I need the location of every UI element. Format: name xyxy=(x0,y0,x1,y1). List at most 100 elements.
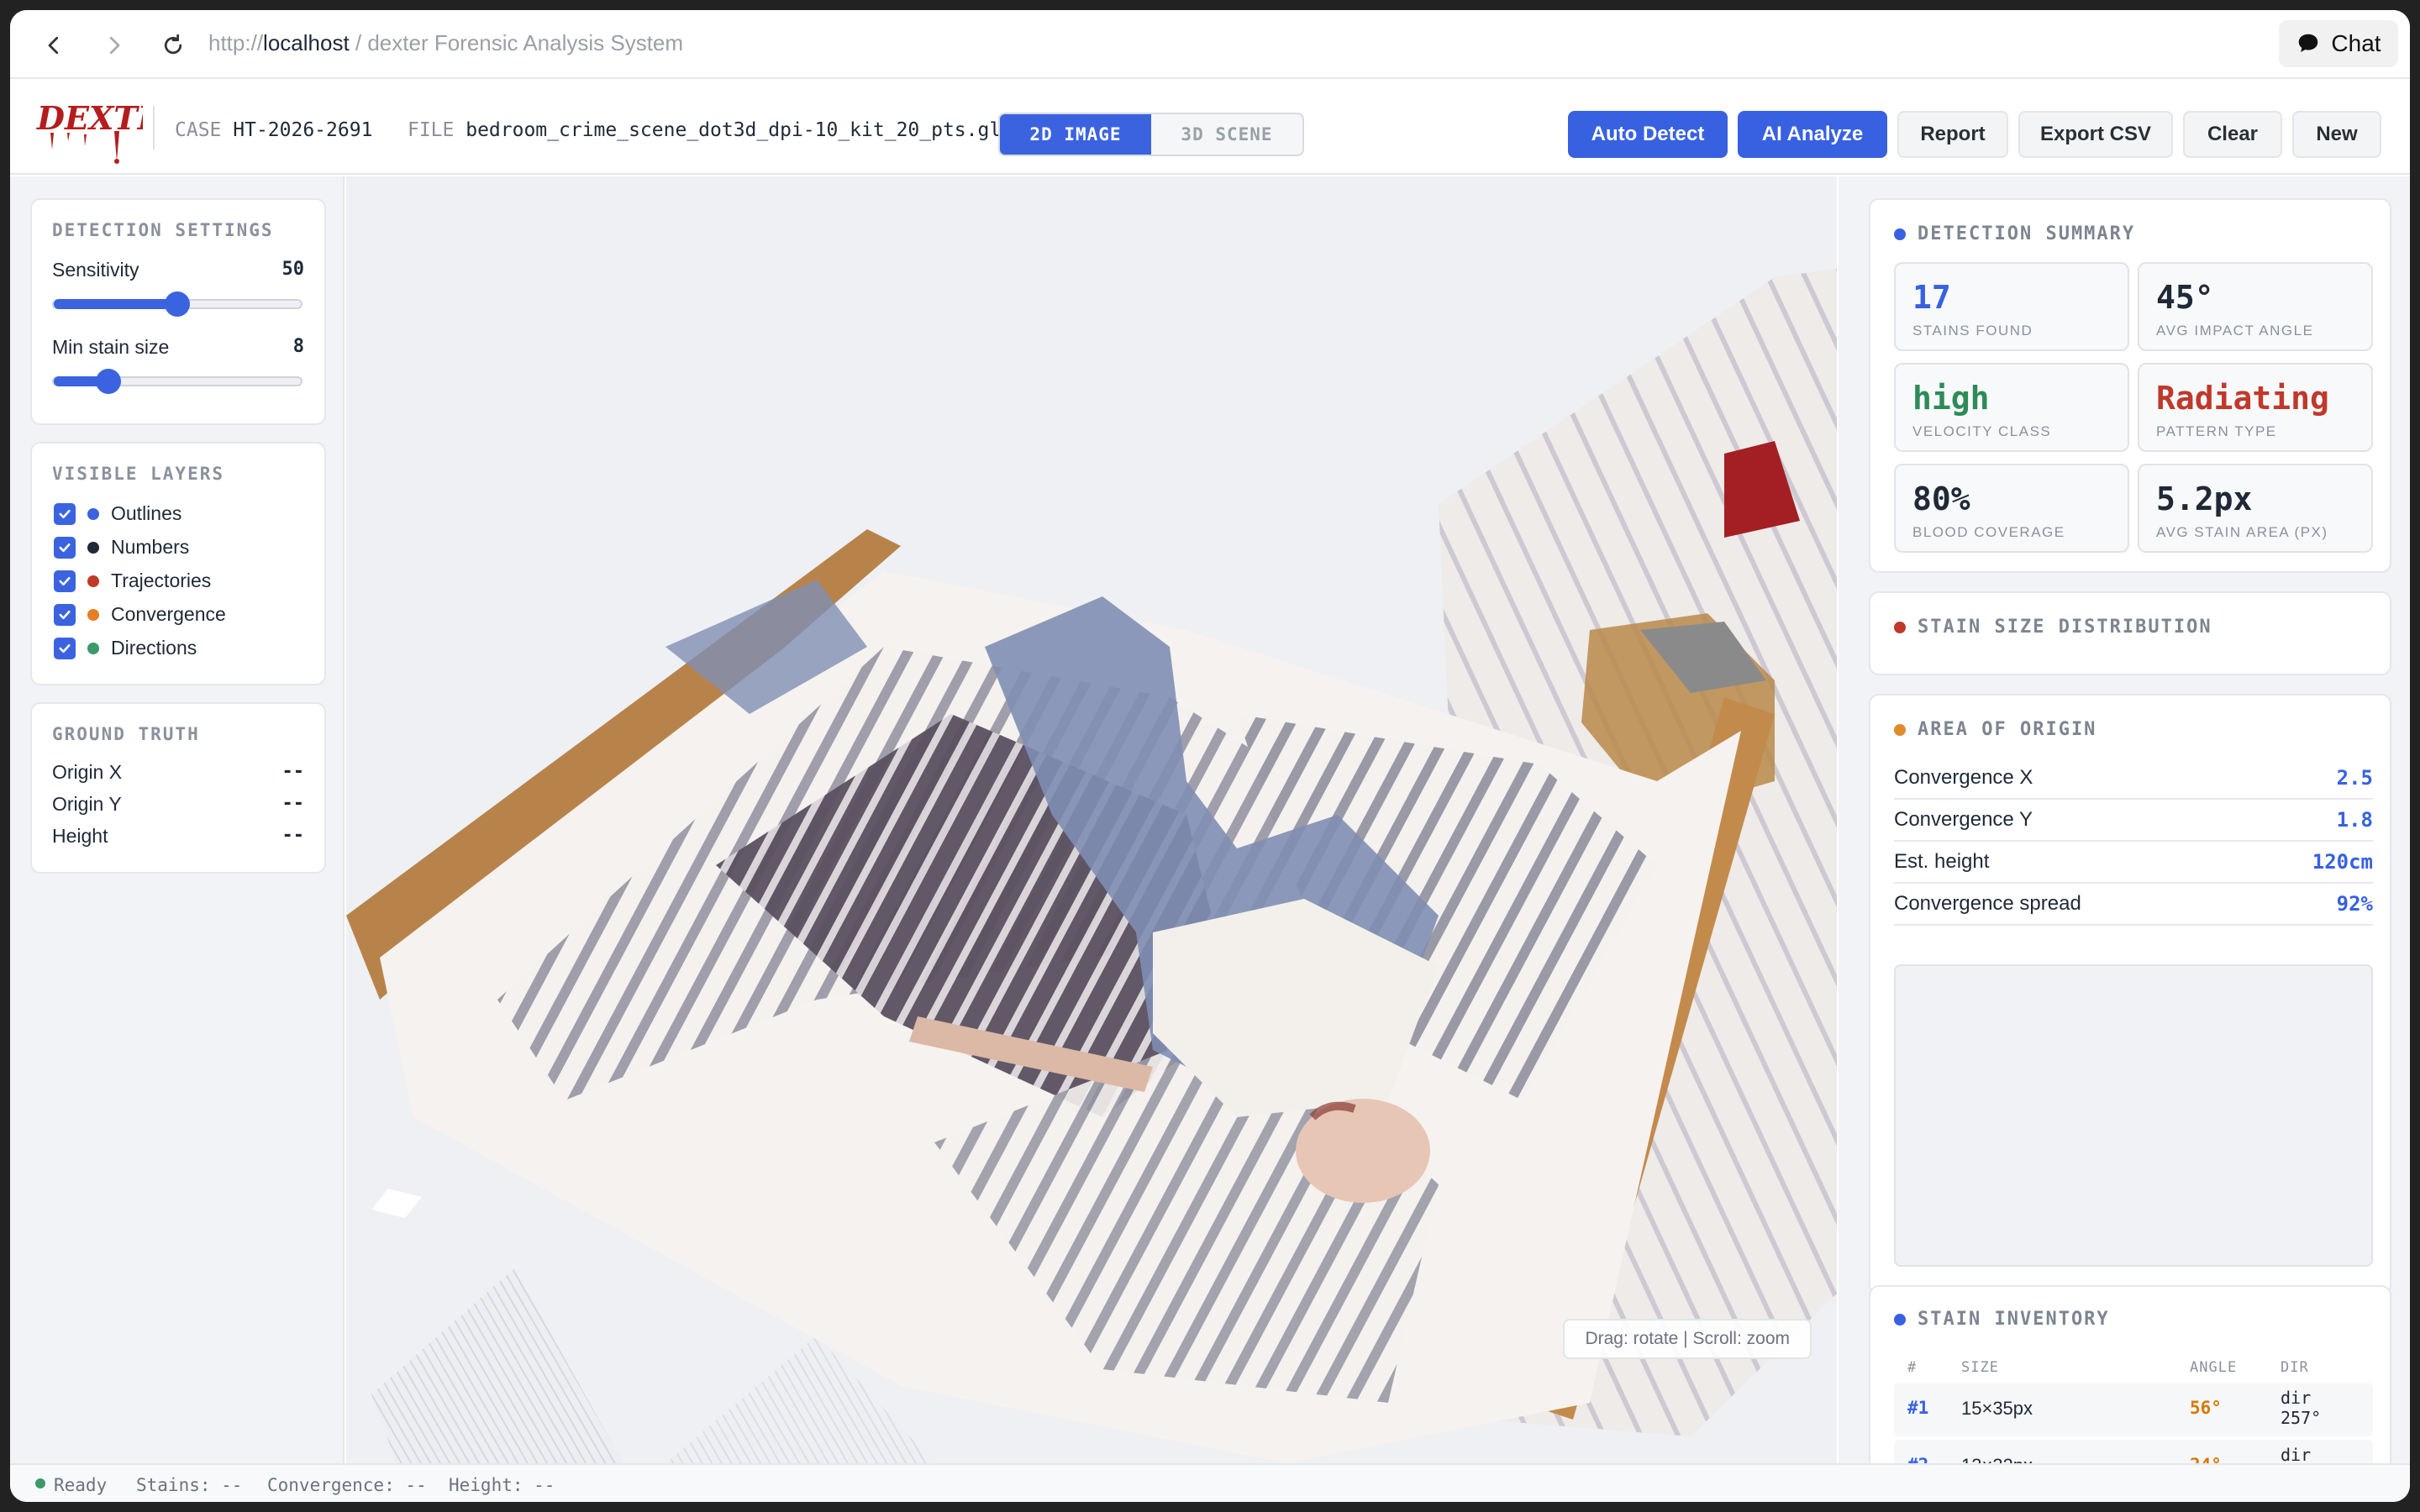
origin-row-label: Est. height xyxy=(1894,850,1990,873)
file-name: bedroom_crime_scene_dot3d_dpi-10_kit_20_… xyxy=(466,119,1013,141)
back-button[interactable] xyxy=(35,27,72,64)
origin-dot-icon xyxy=(1894,723,1906,736)
origin-row: Convergence spread 92% xyxy=(1894,884,2373,926)
sensitivity-value: 50 xyxy=(281,259,305,280)
min-stain-label: Min stain size xyxy=(52,336,170,358)
table-row[interactable]: #1 15×35px 56° dir 257° xyxy=(1894,1383,2373,1436)
stat-label: AVG IMPACT ANGLE xyxy=(2156,323,2314,339)
left-sidebar: DETECTION SETTINGS Sensitivity 50 Min st… xyxy=(10,176,345,1463)
height-label: Height xyxy=(52,825,108,847)
auto-detect-button[interactable]: Auto Detect xyxy=(1568,111,1728,158)
stat-label: BLOOD COVERAGE xyxy=(1912,524,2065,540)
stain-id: #1 xyxy=(1907,1398,1929,1418)
stat-label: PATTERN TYPE xyxy=(2156,423,2277,439)
chat-button[interactable]: Chat xyxy=(2279,20,2398,67)
stat-avg-impact-angle: 45° AVG IMPACT ANGLE xyxy=(2138,262,2373,351)
status-ready: Ready xyxy=(54,1475,108,1495)
distribution-title-text: STAIN SIZE DISTRIBUTION xyxy=(1918,617,2212,638)
case-id: HT-2026-2691 xyxy=(233,119,373,141)
ground-truth-title: GROUND TRUTH xyxy=(52,724,200,744)
url-host: localhost xyxy=(263,30,350,55)
origin-row-value: 120cm xyxy=(2312,850,2373,874)
summary-title-text: DETECTION SUMMARY xyxy=(1918,223,2136,244)
checkbox-icon[interactable] xyxy=(54,637,76,659)
min-stain-slider[interactable] xyxy=(52,369,302,394)
stain-direction: dir 257° xyxy=(2281,1388,2322,1428)
ai-analyze-button[interactable]: AI Analyze xyxy=(1738,111,1887,158)
col-index: # xyxy=(1907,1359,1918,1376)
origin-row: Est. height 120cm xyxy=(1894,842,2373,884)
reload-icon xyxy=(164,34,182,55)
address-bar[interactable]: http://localhost / dexter Forensic Analy… xyxy=(208,30,683,56)
case-key: CASE xyxy=(175,119,222,141)
origin-plot-placeholder xyxy=(1894,964,2373,1267)
url-scheme: http:// xyxy=(208,30,264,55)
stat-value: 45° xyxy=(2156,279,2214,316)
browser-window: http://localhost / dexter Forensic Analy… xyxy=(10,10,2410,1502)
sensitivity-fill xyxy=(54,299,177,309)
layer-label: Trajectories xyxy=(111,570,212,591)
layer-label: Outlines xyxy=(111,502,182,524)
origin-title-text: AREA OF ORIGIN xyxy=(1918,719,2097,740)
tab-3d-scene[interactable]: 3D SCENE xyxy=(1151,114,1302,155)
layer-toggle-outlines[interactable]: Outlines xyxy=(54,502,182,525)
inventory-title: STAIN INVENTORY xyxy=(1894,1309,2110,1330)
layer-toggle-numbers[interactable]: Numbers xyxy=(54,536,189,559)
forward-button[interactable] xyxy=(96,27,133,64)
export-csv-button[interactable]: Export CSV xyxy=(2018,111,2173,158)
chat-label: Chat xyxy=(2331,30,2381,56)
tab-2d-image[interactable]: 2D IMAGE xyxy=(1000,114,1151,155)
stat-blood-coverage: 80% BLOOD COVERAGE xyxy=(1894,464,2129,553)
clear-button[interactable]: Clear xyxy=(2183,111,2282,158)
layer-color-dot-icon xyxy=(87,541,99,554)
scene-viewport[interactable]: Drag: rotate | Scroll: zoom xyxy=(346,176,1837,1463)
checkbox-icon[interactable] xyxy=(54,603,76,626)
summary-dot-icon xyxy=(1894,228,1906,240)
visible-layers-title: VISIBLE LAYERS xyxy=(52,464,225,484)
status-dot-icon xyxy=(35,1478,45,1488)
ground-truth-card: GROUND TRUTH Origin X -- Origin Y -- Hei… xyxy=(30,702,326,874)
url-rest: / dexter Forensic Analysis System xyxy=(349,30,684,55)
origin-row-value: 92% xyxy=(2336,892,2373,916)
min-stain-handle[interactable] xyxy=(95,369,121,394)
chat-bubble-icon xyxy=(2299,34,2318,52)
layer-toggle-directions[interactable]: Directions xyxy=(54,637,197,659)
origin-y-value: -- xyxy=(281,793,305,814)
checkbox-icon[interactable] xyxy=(54,536,76,559)
origin-row-label: Convergence Y xyxy=(1894,808,2033,831)
stain-angle: 56° xyxy=(2190,1398,2222,1418)
reload-button[interactable] xyxy=(155,27,192,64)
stat-pattern-type: Radiating PATTERN TYPE xyxy=(2138,363,2373,452)
origin-row: Convergence X 2.5 xyxy=(1894,758,2373,800)
stat-stains-found: 17 STAINS FOUND xyxy=(1894,262,2129,351)
sensitivity-handle[interactable] xyxy=(165,291,190,317)
stat-label: AVG STAIN AREA (PX) xyxy=(2156,524,2328,540)
case-meta: CASE HT-2026-2691 FILE bedroom_crime_sce… xyxy=(175,119,1013,141)
status-height: Height: -- xyxy=(449,1475,555,1495)
stat-label: STAINS FOUND xyxy=(1912,323,2033,339)
area-of-origin-card: AREA OF ORIGIN Convergence X 2.5 Convergen… xyxy=(1869,694,2391,1295)
app-header: DEXTER CASE HT-2026-2691 FILE bedroom_cr… xyxy=(10,81,2410,175)
origin-row: Convergence Y 1.8 xyxy=(1894,800,2373,842)
checkbox-icon[interactable] xyxy=(54,502,76,525)
detection-summary-card: DETECTION SUMMARY 17 STAINS FOUND 45° AVG I… xyxy=(1869,198,2391,573)
floor-shape xyxy=(371,1268,623,1463)
stat-value: 80% xyxy=(1912,480,1970,517)
stat-value: 17 xyxy=(1912,279,1951,316)
distribution-dot-icon xyxy=(1894,621,1906,633)
distribution-title: STAIN SIZE DISTRIBUTION xyxy=(1894,617,2212,638)
report-button[interactable]: Report xyxy=(1897,111,2008,158)
right-sidebar: DETECTION SUMMARY 17 STAINS FOUND 45° AVG I… xyxy=(1839,176,2410,1494)
checkbox-icon[interactable] xyxy=(54,570,76,592)
origin-row-label: Convergence X xyxy=(1894,766,2033,789)
stat-label: VELOCITY CLASS xyxy=(1912,423,2052,439)
layer-toggle-convergence[interactable]: Convergence xyxy=(54,603,226,626)
status-convergence: Convergence: -- xyxy=(267,1475,427,1495)
origin-title: AREA OF ORIGIN xyxy=(1894,719,2096,740)
header-divider xyxy=(153,106,155,150)
sensitivity-slider[interactable] xyxy=(52,291,302,317)
chevron-left-icon xyxy=(48,36,59,55)
stat-value: 5.2px xyxy=(2156,480,2253,517)
layer-toggle-trajectories[interactable]: Trajectories xyxy=(54,570,211,592)
new-button[interactable]: New xyxy=(2292,111,2381,158)
